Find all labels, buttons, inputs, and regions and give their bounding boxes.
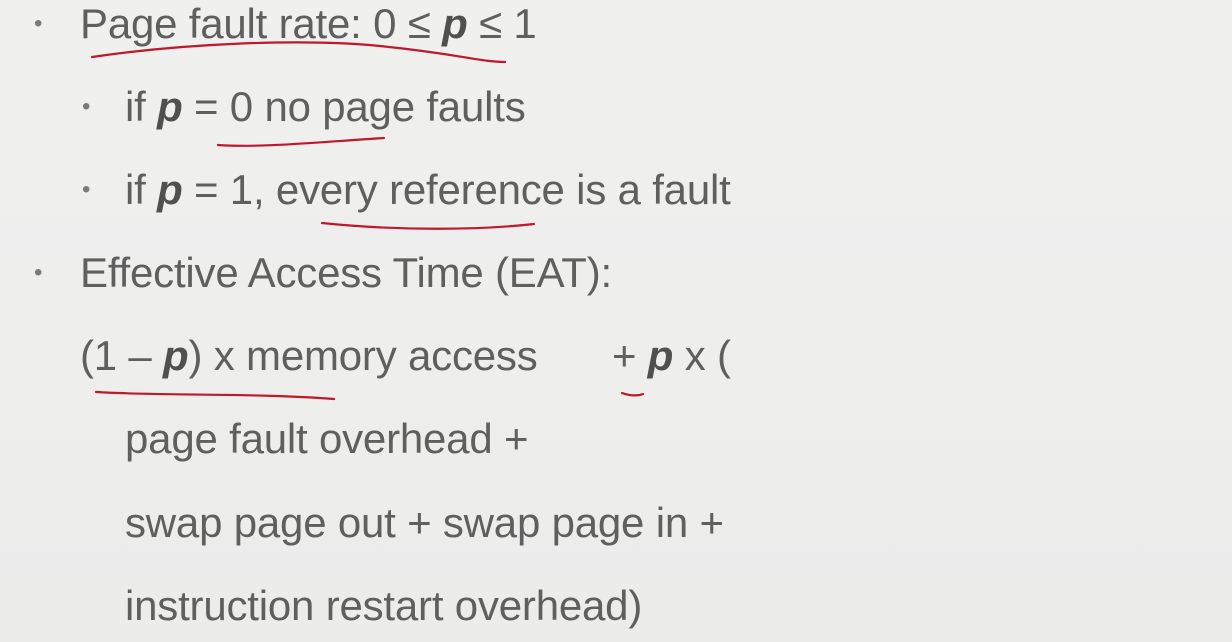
variable-p: p xyxy=(442,0,468,47)
underline-plus xyxy=(620,391,645,397)
underline-every-reference xyxy=(320,221,536,230)
swap-line: swap page out + swap page in + xyxy=(125,499,724,546)
bullet: • xyxy=(82,93,91,120)
text-segment: ≤ 1 xyxy=(467,0,537,47)
variable-p: p xyxy=(647,332,674,379)
eat-formula-line-continued: + p x ( xyxy=(612,332,731,380)
text-segment: = 0 no page faults xyxy=(182,83,526,130)
p-zero-line: if p = 0 no page faults xyxy=(125,83,526,131)
text-segment: if xyxy=(125,83,158,130)
text-segment: x ( xyxy=(673,332,731,379)
page-fault-overhead-line: page fault overhead + xyxy=(125,415,529,462)
underline-one-minus-p xyxy=(94,390,336,401)
text-segment: + xyxy=(612,332,648,379)
underline-zero-no-page xyxy=(216,136,386,147)
text-segment: Page fault rate: 0 ≤ xyxy=(80,0,443,47)
page-fault-rate-line: Page fault rate: 0 ≤ p ≤ 1 xyxy=(80,0,537,48)
text-segment: ) x memory access xyxy=(188,332,538,379)
eat-formula-line: (1 – p) x memory access xyxy=(80,332,538,380)
variable-p: p xyxy=(163,332,189,379)
slide: • Page fault rate: 0 ≤ p ≤ 1 • if p = 0 … xyxy=(0,0,1232,642)
instruction-restart-line: instruction restart overhead) xyxy=(125,582,643,629)
eat-heading-line: Effective Access Time (EAT): xyxy=(80,249,612,296)
text-segment: = 1, every reference is a fault xyxy=(182,166,731,213)
p-one-line: if p = 1, every reference is a fault xyxy=(125,166,731,214)
text-segment: if xyxy=(125,166,158,213)
variable-p: p xyxy=(157,166,183,213)
bullet: • xyxy=(34,259,43,286)
bullet: • xyxy=(34,10,43,37)
variable-p: p xyxy=(157,83,183,130)
bullet: • xyxy=(82,176,91,203)
text-segment: (1 – xyxy=(80,332,164,379)
